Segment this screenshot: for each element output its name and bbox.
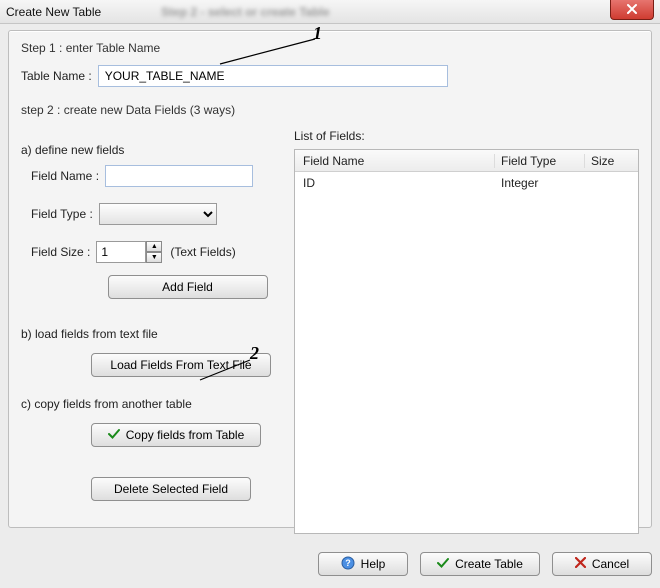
spin-up-icon: ▲ bbox=[151, 243, 158, 250]
fields-list-heading: List of Fields: bbox=[294, 129, 639, 143]
table-name-row: Table Name : bbox=[21, 65, 639, 87]
create-table-button[interactable]: Create Table bbox=[420, 552, 540, 576]
col-header-type[interactable]: Field Type bbox=[495, 154, 585, 168]
field-size-up[interactable]: ▲ bbox=[146, 241, 162, 252]
table-name-label: Table Name : bbox=[21, 69, 92, 83]
field-type-label: Field Type : bbox=[31, 207, 93, 221]
check-icon bbox=[437, 557, 449, 572]
window-title: Create New Table bbox=[6, 5, 101, 19]
left-column: a) define new fields Field Name : Field … bbox=[21, 129, 284, 534]
table-row[interactable]: ID Integer bbox=[295, 172, 638, 194]
titlebar: Create New Table Step 2 - select or crea… bbox=[0, 0, 660, 24]
delete-field-button[interactable]: Delete Selected Field bbox=[91, 477, 251, 501]
copy-fields-row: Copy fields from Table bbox=[31, 423, 284, 447]
close-button[interactable] bbox=[610, 0, 654, 20]
field-size-hint: (Text Fields) bbox=[170, 245, 235, 259]
spin-down-icon: ▼ bbox=[151, 254, 158, 261]
help-icon: ? bbox=[341, 556, 355, 573]
section-c-heading: c) copy fields from another table bbox=[21, 397, 284, 411]
field-name-input[interactable] bbox=[105, 165, 253, 187]
add-field-button[interactable]: Add Field bbox=[108, 275, 268, 299]
fields-list[interactable]: Field Name Field Type Size ID Integer bbox=[294, 149, 639, 534]
field-size-row: Field Size : ▲ ▼ (Text Fields) bbox=[31, 241, 284, 263]
field-name-row: Field Name : bbox=[31, 165, 284, 187]
fields-list-header: Field Name Field Type Size bbox=[295, 150, 638, 172]
dialog-panel: Step 1 : enter Table Name Table Name : s… bbox=[8, 30, 652, 528]
col-header-size[interactable]: Size bbox=[585, 154, 638, 168]
field-type-row: Field Type : bbox=[31, 203, 284, 225]
cancel-label: Cancel bbox=[592, 557, 629, 571]
table-name-input[interactable] bbox=[98, 65, 448, 87]
create-table-label: Create Table bbox=[455, 557, 523, 571]
cell-field-type: Integer bbox=[495, 176, 585, 190]
step2-heading: step 2 : create new Data Fields (3 ways) bbox=[21, 103, 639, 117]
add-field-row: Add Field bbox=[31, 275, 284, 299]
background-window-text: Step 2 - select or create Table bbox=[161, 5, 330, 19]
check-icon bbox=[108, 428, 120, 443]
close-icon bbox=[626, 3, 638, 15]
cancel-button[interactable]: Cancel bbox=[552, 552, 652, 576]
step1-heading: Step 1 : enter Table Name bbox=[21, 41, 639, 55]
section-a-heading: a) define new fields bbox=[21, 143, 284, 157]
field-type-select[interactable] bbox=[99, 203, 217, 225]
right-column: List of Fields: Field Name Field Type Si… bbox=[294, 129, 639, 534]
cell-field-name: ID bbox=[295, 176, 495, 190]
field-size-down[interactable]: ▼ bbox=[146, 252, 162, 263]
delete-field-row: Delete Selected Field bbox=[31, 477, 284, 501]
load-fields-button[interactable]: Load Fields From Text File bbox=[91, 353, 271, 377]
cross-icon bbox=[575, 557, 586, 571]
dialog-button-bar: ? Help Create Table Cancel bbox=[8, 552, 652, 576]
step2-body: a) define new fields Field Name : Field … bbox=[21, 129, 639, 534]
help-button[interactable]: ? Help bbox=[318, 552, 408, 576]
copy-fields-label: Copy fields from Table bbox=[126, 428, 245, 442]
load-fields-row: Load Fields From Text File bbox=[31, 353, 284, 377]
help-label: Help bbox=[361, 557, 386, 571]
copy-fields-button[interactable]: Copy fields from Table bbox=[91, 423, 261, 447]
section-b-heading: b) load fields from text file bbox=[21, 327, 284, 341]
field-size-input[interactable] bbox=[96, 241, 146, 263]
field-name-label: Field Name : bbox=[31, 169, 99, 183]
field-size-label: Field Size : bbox=[31, 245, 90, 259]
col-header-name[interactable]: Field Name bbox=[295, 154, 495, 168]
svg-text:?: ? bbox=[345, 558, 351, 568]
